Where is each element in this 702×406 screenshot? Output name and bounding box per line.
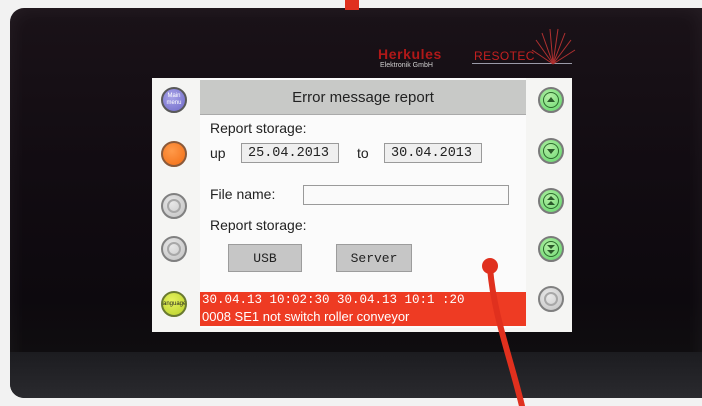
scroll-down-button[interactable] xyxy=(538,138,564,164)
double-up-arrow-icon xyxy=(547,196,555,205)
up-arrow-icon xyxy=(547,97,555,102)
ring-icon xyxy=(544,292,558,306)
language-button[interactable]: language xyxy=(161,291,187,317)
main-menu-label: Main menu xyxy=(166,93,182,106)
to-date-field[interactable]: 30.04.2013 xyxy=(384,143,482,163)
double-down-arrow-icon xyxy=(547,245,555,254)
main-menu-button[interactable]: Main menu xyxy=(161,87,187,113)
scroll-up-button[interactable] xyxy=(538,87,564,113)
to-label: to xyxy=(357,145,369,161)
file-name-field[interactable] xyxy=(303,185,509,205)
orange-button[interactable] xyxy=(161,141,187,167)
status-timestamps: 30.04.13 10:02:30 30.04.13 10:1 :20 xyxy=(202,293,465,307)
red-cable xyxy=(482,258,525,406)
ring-icon xyxy=(167,199,181,213)
gray-button-1[interactable] xyxy=(161,193,187,219)
brand-logo: Herkules Elektronik GmbH RESOTEC xyxy=(378,28,576,76)
page-down-button[interactable] xyxy=(538,236,564,262)
page-title: Error message report xyxy=(200,80,526,115)
from-date-field[interactable]: 25.04.2013 xyxy=(241,143,339,163)
report-storage-label-2: Report storage: xyxy=(210,217,307,233)
brand-subtitle: Elektronik GmbH xyxy=(380,62,433,69)
usb-button[interactable]: USB xyxy=(228,244,302,272)
down-arrow-icon xyxy=(547,149,555,154)
device-bottom-edge xyxy=(10,352,702,398)
ring-icon xyxy=(167,242,181,256)
error-status-bar: 30.04.13 10:02:30 30.04.13 10:1 :20 0008… xyxy=(200,292,526,326)
gray-button-2[interactable] xyxy=(161,236,187,262)
gray-button-right[interactable] xyxy=(538,286,564,312)
language-label: language xyxy=(161,300,187,307)
report-panel: Error message report Report storage: up … xyxy=(200,78,526,328)
up-label: up xyxy=(210,145,226,161)
report-storage-label: Report storage: xyxy=(210,120,307,136)
page-up-button[interactable] xyxy=(538,188,564,214)
brand-rays-icon xyxy=(531,28,576,65)
red-marker xyxy=(345,0,359,10)
server-button[interactable]: Server xyxy=(336,244,412,272)
file-name-label: File name: xyxy=(210,186,276,202)
brand-name: Herkules xyxy=(378,46,442,62)
status-message: 0008 SE1 not switch roller conveyor xyxy=(202,309,410,324)
brand-resotec: RESOTEC xyxy=(474,49,535,63)
